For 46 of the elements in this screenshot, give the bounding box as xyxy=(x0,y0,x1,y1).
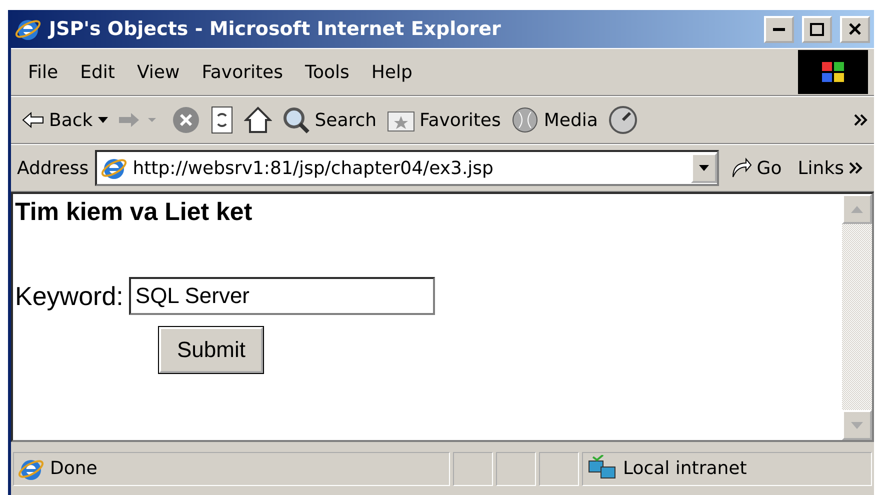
media-button[interactable]: Media xyxy=(506,104,603,136)
dropdown-button[interactable] xyxy=(690,153,717,183)
menu-item[interactable]: File xyxy=(17,62,70,82)
window-title: JSP's Objects - Microsoft Internet Explorer xyxy=(49,18,502,40)
stop-icon xyxy=(172,106,200,134)
scroll-down-icon xyxy=(851,422,863,428)
minimize-button[interactable] xyxy=(764,16,794,42)
chevron-icon xyxy=(854,114,868,126)
keyword-label: Keyword: xyxy=(15,280,124,312)
address-label: Address xyxy=(17,158,89,178)
menu-item[interactable]: Help xyxy=(360,62,424,82)
close-icon xyxy=(849,23,861,35)
dropdown-caret-icon xyxy=(698,165,709,171)
status-pane xyxy=(453,452,493,486)
menu-item[interactable]: View xyxy=(126,62,191,82)
back-arrow-icon xyxy=(22,112,44,128)
favorites-button[interactable]: Favorites xyxy=(382,106,506,134)
status-pane xyxy=(496,452,536,486)
minimize-icon xyxy=(773,28,785,30)
go-arrow-icon xyxy=(730,157,752,179)
zone-text: Local intranet xyxy=(623,458,747,479)
menu-item[interactable]: Favorites xyxy=(190,62,294,82)
keyword-field[interactable]: SQL Server xyxy=(129,277,436,315)
maximize-button[interactable] xyxy=(802,16,832,42)
page-heading: Tim kiem va Liet ket xyxy=(15,198,254,227)
home-icon xyxy=(244,106,272,134)
address-field[interactable]: http://websrv1:81/jsp/chapter04/ex3.jsp xyxy=(94,150,719,186)
back-button[interactable]: Back xyxy=(17,108,113,132)
search-icon xyxy=(282,106,310,134)
windows-flag-icon xyxy=(820,60,846,84)
refresh-icon xyxy=(210,106,234,134)
go-button[interactable]: Go xyxy=(724,155,787,181)
menu-item[interactable]: Edit xyxy=(69,62,126,82)
close-button[interactable] xyxy=(840,16,870,42)
history-clock-icon xyxy=(608,105,638,135)
status-pane xyxy=(539,452,579,486)
submit-button[interactable]: Submit xyxy=(159,327,264,373)
links-button[interactable]: Links xyxy=(792,156,868,180)
scroll-up-icon xyxy=(851,206,863,212)
dropdown-caret-icon xyxy=(98,117,108,123)
search-button[interactable]: Search xyxy=(276,104,382,136)
menu-item[interactable]: Tools xyxy=(294,62,360,82)
maximize-icon xyxy=(810,22,824,36)
chevron-icon xyxy=(849,162,863,174)
media-globe-icon xyxy=(510,106,539,134)
status-text: Done xyxy=(50,458,98,479)
